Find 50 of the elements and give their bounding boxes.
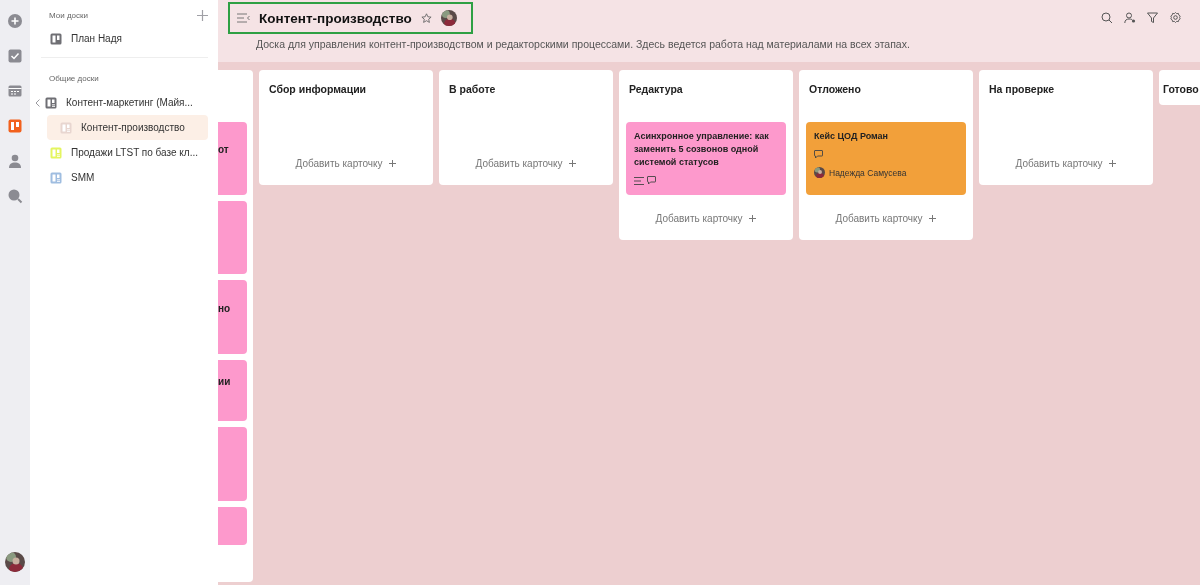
add-card-button[interactable]: Добавить карточку [806,205,966,231]
menu-icon[interactable] [237,13,250,23]
plus-icon [389,159,397,167]
person-icon[interactable] [7,153,23,169]
board-item[interactable]: Контент-производство [47,115,208,140]
add-card-button[interactable]: Добавить карточку [626,205,786,231]
add-card-button[interactable]: Добавить карточку [986,150,1146,176]
board-item[interactable]: Контент-маркетинг (Майя... [45,90,208,115]
column-title: Редактура [628,82,684,96]
section-title: Мои доски [49,10,88,20]
card-title: но [218,302,231,314]
board-item[interactable]: SMM [39,165,208,190]
board-item[interactable]: План Надя [41,26,208,51]
column-title: Готово [1162,82,1200,96]
column-title: Сбор информации [268,82,368,96]
column-title: На проверке [988,82,1056,96]
card-title: от [218,144,229,155]
plus-icon [929,214,937,222]
card-title: ии [218,376,231,387]
card[interactable]: от [218,122,247,195]
add-card-button[interactable]: Добавить карточку [446,150,606,176]
column-title: Отложено [808,82,862,96]
card-title: Асинхронное управление: как заменить 5 созвонов одной системой статусов [634,130,770,169]
plus-icon [569,159,577,167]
add-icon[interactable] [7,13,23,29]
settings-icon[interactable] [1170,12,1182,24]
column-title: В работе [448,82,497,96]
add-icon[interactable] [197,9,208,21]
search-icon[interactable] [7,188,23,204]
section-title: Общие доски [49,73,99,83]
chevron-icon[interactable] [35,98,40,107]
task-list-icon[interactable] [7,48,23,64]
card[interactable]: но [218,280,247,354]
board-icon[interactable] [7,118,23,134]
board-description: Доска для управления контент-производством и редакторскими процессами. Здесь ведется работа над материалами на всех этапах. [255,37,911,50]
filter-icon[interactable] [1147,12,1159,24]
card[interactable]: Асинхронное управление: как заменить 5 созвонов одной системой статусов [626,122,786,195]
user-settings-icon[interactable] [1124,12,1136,24]
card[interactable]: Кейс ЦОД Роман Надежда Самусева [806,122,966,195]
add-card-button[interactable]: Добавить карточку [266,150,426,176]
card-title: Кейс ЦОД Роман [814,130,890,143]
calendar-icon[interactable] [7,83,23,99]
search-icon[interactable] [1101,12,1113,24]
board-title: Контент-производство [259,10,412,26]
board-item[interactable]: Продажи LTST по базе кл... [39,140,208,165]
card[interactable]: ии [218,360,247,421]
plus-icon [749,214,757,222]
assignee-name: Надежда Самусева [829,167,907,178]
plus-icon [1109,159,1117,167]
star-icon[interactable] [420,12,432,24]
